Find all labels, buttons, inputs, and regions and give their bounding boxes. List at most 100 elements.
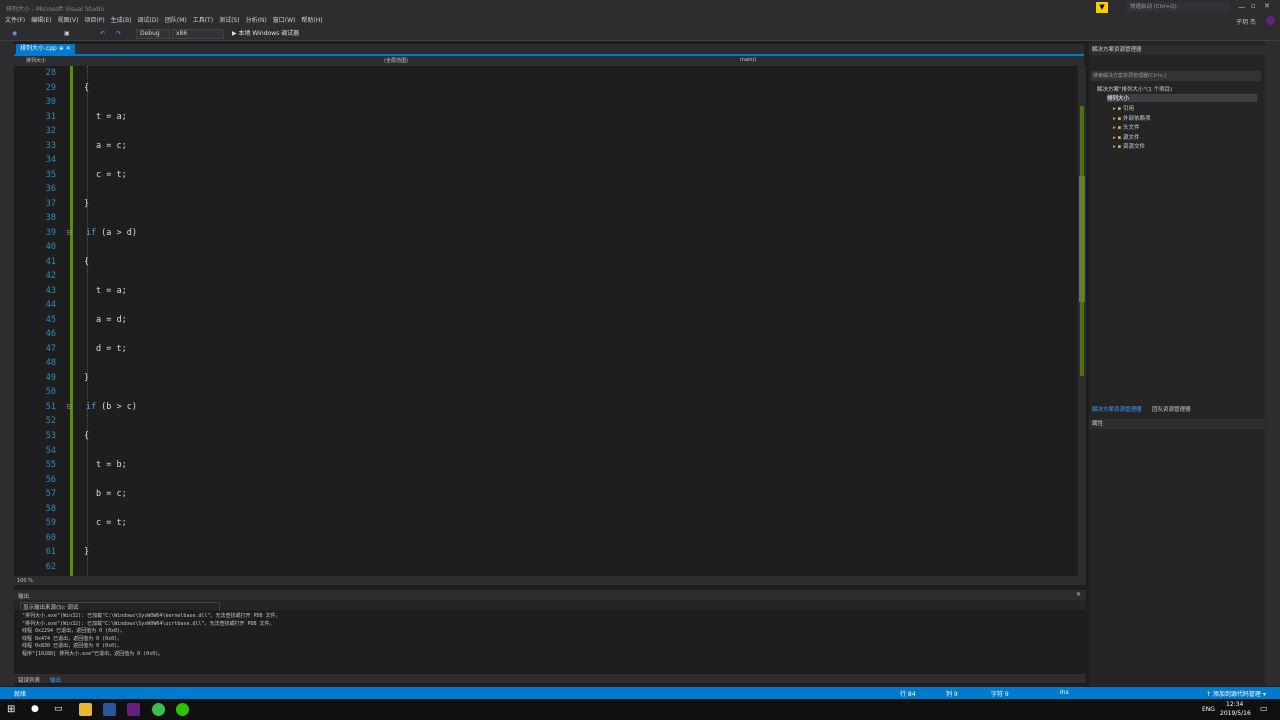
- menu-item[interactable]: 窗口(W): [270, 15, 299, 27]
- line-number: 46: [45, 329, 56, 340]
- output-toolbar: 显示输出来源(S): 调试: [14, 600, 1086, 612]
- tree-item-label: 引用: [1123, 106, 1135, 112]
- minimize-button[interactable]: —: [1238, 3, 1245, 11]
- tree-item[interactable]: ▸ ▪ 头文件: [1113, 123, 1140, 131]
- tab-solution-explorer[interactable]: 解决方案资源管理器: [1092, 405, 1142, 413]
- output-pane[interactable]: "排列大小.exe"(Win32): 已加载"C:\Windows\SysWOW…: [14, 610, 1086, 672]
- quick-launch-input[interactable]: 快速启动 (Ctrl+Q): [1126, 2, 1230, 12]
- line-number: 59: [45, 518, 56, 529]
- solution-explorer-title: 解决方案资源管理器: [1089, 45, 1265, 55]
- undo-icon[interactable]: ↶: [100, 30, 105, 38]
- clock-date[interactable]: 2019/5/16: [1220, 710, 1251, 717]
- menu-item[interactable]: 文件(F): [2, 15, 28, 27]
- tab-file[interactable]: 排列大小.cpp ⊕ ✕: [16, 44, 75, 54]
- menu-bar: 文件(F) 编辑(E) 视图(V) 项目(P) 生成(B) 调试(D) 团队(M) 工具(T)…: [0, 15, 1280, 27]
- nav-project[interactable]: 排列大小: [26, 57, 46, 64]
- code-editor[interactable]: 28 29 {30 31 t = a; 32 33 a = c; 34 35 c = t; 36 37}…: [14, 66, 1078, 576]
- tab-team-explorer[interactable]: 团队资源管理器: [1152, 405, 1191, 413]
- menu-item[interactable]: 分析(N): [243, 15, 270, 27]
- run-debugger-button[interactable]: ▶ 本地 Windows 调试器: [232, 30, 299, 38]
- status-mode: Ins: [1060, 689, 1069, 696]
- menu-item[interactable]: 编辑(E): [28, 15, 54, 27]
- menu-item[interactable]: 测试(S): [216, 15, 243, 27]
- tree-item[interactable]: ▸ ▪ 外部依赖项: [1113, 114, 1151, 122]
- status-bar: 就绪 行 84 列 9 字符 9 Ins ↑ 添加到源代码管理 ▾: [0, 687, 1280, 699]
- line-number: 50: [45, 387, 56, 398]
- solution-node[interactable]: 解决方案"排列大小"(1 个项目): [1097, 85, 1172, 93]
- output-line: 线程 0x830 已退出，返回值为 0 (0x0)。: [22, 643, 123, 650]
- config-select[interactable]: Debug: [136, 29, 170, 39]
- line-number: 52: [45, 416, 56, 427]
- avatar[interactable]: [1266, 16, 1275, 25]
- back-icon[interactable]: ◉: [12, 30, 17, 38]
- cortana-icon[interactable]: ●: [31, 703, 44, 716]
- close-icon[interactable]: ✕: [1076, 591, 1081, 598]
- line-number: 44: [45, 300, 56, 311]
- file-explorer-icon[interactable]: [79, 703, 92, 716]
- solution-search-input[interactable]: 搜索解决方案资源管理器(Ctrl+;): [1091, 71, 1261, 81]
- user-name[interactable]: 子玥 杰: [1236, 17, 1256, 26]
- output-line: "排列大小.exe"(Win32): 已加载"C:\Windows\SysWOW…: [22, 613, 281, 619]
- menu-item[interactable]: 生成(B): [108, 15, 135, 27]
- line-number: 54: [45, 445, 56, 456]
- menu-item[interactable]: 项目(P): [81, 15, 107, 27]
- windows-start-icon[interactable]: ⊞: [7, 703, 20, 716]
- tree-item[interactable]: ▸ ▪ 资源文件: [1113, 142, 1145, 150]
- tab-error-list[interactable]: 错误列表: [18, 676, 40, 684]
- visual-studio-icon[interactable]: [127, 703, 140, 716]
- navigation-bar: 排列大小 (全局范围) main(): [14, 56, 1084, 66]
- task-view-icon[interactable]: ▭: [54, 703, 67, 716]
- menu-item[interactable]: 帮助(H): [298, 15, 325, 27]
- word-icon[interactable]: [103, 703, 116, 716]
- editor-scrollbar[interactable]: [1078, 66, 1086, 576]
- platform-select[interactable]: x86: [172, 29, 224, 39]
- indent-guide: [87, 66, 88, 576]
- source-control-button[interactable]: ↑ 添加到源代码管理 ▾: [1206, 689, 1266, 698]
- code-line: c = t;: [96, 518, 127, 529]
- close-icon[interactable]: ✕: [66, 45, 71, 52]
- toolbox-strip[interactable]: [0, 41, 14, 686]
- save-icon[interactable]: ▣: [64, 30, 70, 38]
- menu-item[interactable]: 视图(V): [55, 15, 82, 27]
- line-number: 38: [45, 213, 56, 224]
- pin-icon[interactable]: ⊕: [59, 45, 64, 52]
- menu-item[interactable]: 工具(T): [190, 15, 216, 27]
- collapse-icon[interactable]: ⊟: [67, 228, 72, 238]
- tab-output[interactable]: 输出: [50, 676, 61, 684]
- language-indicator[interactable]: ENG: [1202, 706, 1215, 713]
- folder-icon: ▸ ▪: [1113, 125, 1123, 132]
- status-char: 字符 9: [991, 691, 1009, 698]
- zoom-level[interactable]: 100 %: [17, 578, 33, 584]
- menu-item[interactable]: 调试(D): [135, 15, 162, 27]
- line-number: 56: [45, 474, 56, 485]
- right-tool-strip[interactable]: [1265, 41, 1280, 686]
- clock-time[interactable]: 12:34: [1226, 701, 1243, 708]
- nav-scope[interactable]: (全局范围): [384, 57, 408, 64]
- project-node[interactable]: 排列大小: [1107, 94, 1257, 102]
- line-number: 31: [45, 111, 56, 122]
- redo-icon[interactable]: ↷: [116, 30, 121, 38]
- tree-item[interactable]: ▸ ▪ 源文件: [1113, 133, 1140, 141]
- line-number: 37: [45, 198, 56, 209]
- output-line: 线程 0x474 已退出，返回值为 0 (0x0)。: [22, 635, 123, 642]
- notification-icon[interactable]: ▭: [1260, 704, 1268, 713]
- wechat-icon[interactable]: [176, 703, 189, 716]
- tree-item-label: 头文件: [1123, 125, 1140, 132]
- line-number: 47: [45, 343, 56, 354]
- app-green-icon[interactable]: [152, 703, 165, 716]
- tree-item[interactable]: ▸ ▪ 引用: [1113, 104, 1134, 112]
- menu-item[interactable]: 团队(M): [162, 15, 190, 27]
- code-line: c = t;: [96, 169, 127, 180]
- folder-icon: ▸ ▪: [1113, 134, 1123, 141]
- line-number: 33: [45, 140, 56, 151]
- filter-icon[interactable]: ▼: [1096, 2, 1108, 13]
- line-number: 40: [45, 242, 56, 253]
- close-button[interactable]: ✕: [1264, 2, 1270, 10]
- nav-function[interactable]: main(): [740, 57, 756, 63]
- maximize-button[interactable]: ▫: [1251, 2, 1256, 10]
- line-number: 58: [45, 503, 56, 514]
- collapse-icon[interactable]: ⊟: [67, 402, 72, 412]
- line-number: 45: [45, 314, 56, 325]
- code-line: {: [84, 82, 90, 93]
- code-line: (a > d): [96, 227, 137, 238]
